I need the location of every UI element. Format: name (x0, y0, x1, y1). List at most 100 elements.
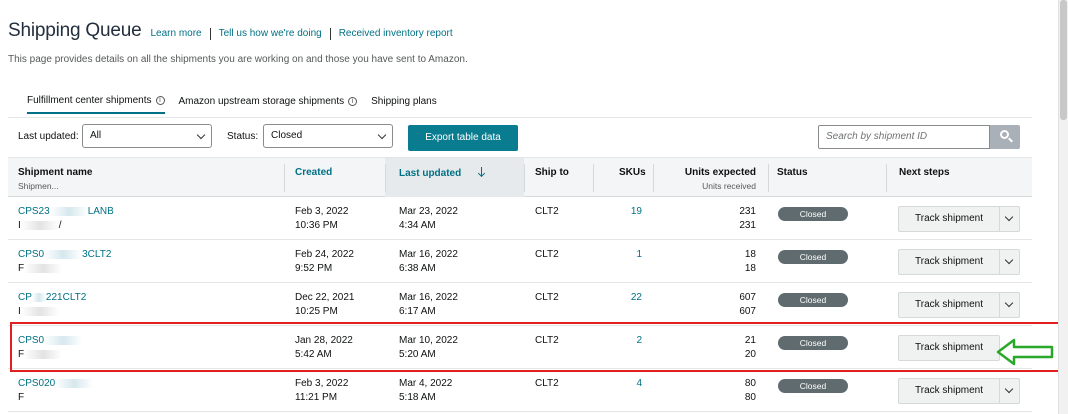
link-divider (329, 27, 331, 40)
track-options-dropdown[interactable] (1000, 378, 1020, 404)
units-count: 18 18 (744, 249, 756, 274)
created-date: Feb 3, 2022 11:21 PM (295, 378, 349, 403)
units-count: 21 20 (744, 335, 756, 360)
shipment-name-link[interactable]: CPS020 (18, 377, 94, 391)
chevron-down-icon (1004, 255, 1014, 265)
shipment-name-link[interactable]: CPS0 (18, 334, 83, 348)
skus-link[interactable]: 2 (608, 334, 642, 348)
ship-to: CLT2 (535, 335, 559, 346)
page-header: Shipping Queue Learn more Tell us how we… (8, 20, 453, 42)
shipment-id: I (18, 305, 59, 319)
track-shipment-button[interactable]: Track shipment (898, 378, 1000, 404)
track-shipment-button[interactable]: Track shipment (898, 335, 1000, 361)
shipment-id: F (18, 392, 25, 403)
col-next-steps: Next steps (899, 167, 950, 178)
status-badge: Closed (778, 379, 848, 393)
tab-label: Fulfillment center shipments (27, 95, 152, 106)
table-row: CPS23 LANB I / Feb 3, 2022 10:36 PM Mar 23,… (8, 197, 1032, 240)
col-ship-to[interactable]: Ship to (535, 167, 569, 178)
units-count: 231 231 (739, 206, 756, 231)
created-date: Dec 22, 2021 10:25 PM (295, 292, 355, 317)
status-badge: Closed (778, 250, 848, 264)
last-updated-select[interactable]: All (82, 124, 212, 148)
header-links: Learn more Tell us how we're doing Recei… (150, 27, 453, 40)
status-badge: Closed (778, 207, 848, 221)
table-row: CPS020 F Feb 3, 2022 11:21 PM Mar 4, 2022… (8, 369, 1032, 412)
scrollbar-thumb[interactable] (1060, 0, 1067, 120)
updated-date: Mar 16, 2022 6:38 AM (399, 249, 458, 274)
updated-date: Mar 4, 2022 5:18 AM (399, 378, 453, 403)
table-header: Shipment name Shipmen... Created Last up… (8, 157, 1032, 197)
col-shipment-sub: Shipmen... (18, 181, 59, 191)
shipment-name-link[interactable]: CPS0 3CLT2 (18, 248, 111, 262)
track-shipment-button[interactable]: Track shipment (898, 206, 1000, 232)
page-scrollbar[interactable] (1058, 0, 1068, 414)
ship-to: CLT2 (535, 249, 559, 260)
chevron-down-icon (377, 130, 387, 140)
shipment-name-link[interactable]: CP 221CLT2 (18, 291, 86, 305)
chevron-down-icon (1004, 384, 1014, 394)
units-count: 607 607 (739, 292, 756, 317)
chevron-down-icon (1004, 298, 1014, 308)
tab-shipping-plans[interactable]: Shipping plans (371, 95, 437, 114)
created-date: Jan 28, 2022 5:42 AM (295, 335, 353, 360)
tab-amazon-upstream-storage-shipments[interactable]: Amazon upstream storage shipments i (179, 95, 358, 114)
chevron-down-icon (196, 130, 206, 140)
col-skus[interactable]: SKUs (619, 167, 646, 178)
created-date: Feb 24, 2022 9:52 PM (295, 249, 354, 274)
ship-to: CLT2 (535, 292, 559, 303)
page-description: This page provides details on all the sh… (8, 54, 468, 65)
track-options-dropdown[interactable] (1000, 292, 1020, 318)
link-divider (209, 27, 211, 40)
skus-link[interactable]: 22 (608, 291, 642, 305)
filter-bar: Last updated: All Status: Closed Export … (8, 117, 1032, 157)
updated-date: Mar 10, 2022 5:20 AM (399, 335, 458, 360)
shipping-queue-page: Shipping Queue Learn more Tell us how we… (0, 0, 1058, 414)
col-units-received: Units received (702, 181, 756, 191)
shipment-id: F (18, 262, 63, 276)
status-label: Status: (227, 131, 259, 142)
export-table-data-button[interactable]: Export table data (408, 125, 518, 151)
shipment-id: I / (18, 220, 62, 231)
skus-link[interactable]: 4 (608, 377, 642, 391)
table-row: CPS0 3CLT2 F Feb 24, 2022 9:52 PM Mar 16, … (8, 240, 1032, 283)
tab-label: Shipping plans (371, 96, 437, 107)
tab-fulfillment-center-shipments[interactable]: Fulfillment center shipments i (27, 95, 165, 114)
skus-link[interactable]: 1 (608, 248, 642, 262)
created-date: Feb 3, 2022 10:36 PM (295, 206, 349, 231)
received-inventory-report-link[interactable]: Received inventory report (339, 28, 453, 39)
learn-more-link[interactable]: Learn more (150, 28, 201, 39)
shipment-name-link[interactable]: CPS23 LANB (18, 205, 114, 219)
track-shipment-button[interactable]: Track shipment (898, 249, 1000, 275)
col-units-expected[interactable]: Units expected Units received (668, 167, 756, 191)
shipment-tabs: Fulfillment center shipments i Amazon up… (27, 95, 451, 114)
tab-label: Amazon upstream storage shipments (178, 96, 345, 107)
table-row: CP 221CLT2 I Dec 22, 2021 10:25 PM Mar 16,… (8, 283, 1032, 326)
updated-date: Mar 23, 2022 4:34 AM (399, 206, 458, 231)
shipment-search-input[interactable]: Search by shipment ID (818, 125, 990, 149)
col-created[interactable]: Created (295, 167, 332, 178)
col-status[interactable]: Status (777, 167, 808, 178)
chevron-down-icon (1004, 212, 1014, 222)
last-updated-value: All (90, 130, 102, 141)
last-updated-label: Last updated: (18, 131, 79, 142)
ship-to: CLT2 (535, 206, 559, 217)
info-icon[interactable]: i (348, 97, 358, 106)
track-shipment-button[interactable]: Track shipment (898, 292, 1000, 318)
sort-descending-icon (478, 167, 486, 177)
track-options-dropdown[interactable] (1000, 206, 1020, 232)
feedback-link[interactable]: Tell us how we're doing (219, 28, 322, 39)
table-row: CPS0 F Jan 28, 2022 5:42 AM Mar 10, 2022 5… (8, 326, 1032, 369)
info-icon[interactable]: i (155, 96, 165, 105)
status-badge: Closed (778, 336, 848, 350)
shipment-id: F (18, 348, 63, 362)
search-button[interactable] (990, 125, 1020, 149)
col-last-updated[interactable]: Last updated (399, 167, 486, 179)
track-options-dropdown[interactable] (1000, 249, 1020, 275)
ship-to: CLT2 (535, 378, 559, 389)
status-select[interactable]: Closed (263, 124, 393, 148)
col-shipment-name[interactable]: Shipment name Shipmen... (18, 167, 92, 191)
skus-link[interactable]: 19 (608, 205, 642, 219)
status-badge: Closed (778, 293, 848, 307)
left-arrow-icon (996, 338, 1054, 366)
